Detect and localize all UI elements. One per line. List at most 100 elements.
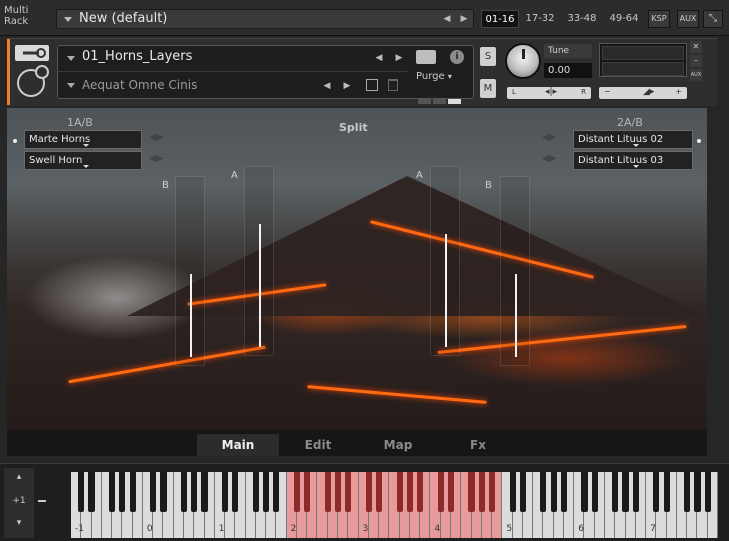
black-key[interactable] <box>263 472 270 512</box>
fader-column-4[interactable] <box>500 176 530 366</box>
layer-slot-4[interactable]: Distant Lituus 03 <box>573 151 693 170</box>
black-key[interactable] <box>622 472 629 512</box>
black-key[interactable] <box>88 472 95 512</box>
tune-value[interactable]: 0.00 <box>544 63 592 78</box>
fader-handle[interactable] <box>190 274 192 357</box>
piano-keyboard[interactable]: -1 0 1 2 3 4 5 6 7 <box>71 472 718 538</box>
black-key[interactable] <box>345 472 352 512</box>
purge-menu[interactable]: Purge ▾ <box>416 71 452 82</box>
prev-rack-icon[interactable]: ◀ <box>440 12 454 26</box>
chevron-down-icon[interactable] <box>64 17 72 22</box>
black-key[interactable] <box>221 472 229 512</box>
preset-row[interactable]: Aequat Omne Cinis ◀ ▶ <box>58 73 408 99</box>
slot-arrows-4[interactable]: ◀▶ <box>542 153 556 164</box>
black-key[interactable] <box>684 472 691 512</box>
black-key[interactable] <box>376 472 383 512</box>
tab-main[interactable]: Main <box>197 434 279 456</box>
slot-arrows-1[interactable]: ◀▶ <box>149 132 163 143</box>
mute-button[interactable]: M <box>480 79 496 98</box>
black-key[interactable] <box>653 472 660 512</box>
page-button-2[interactable]: 17-32 <box>523 10 557 28</box>
black-key[interactable] <box>540 472 547 512</box>
chevron-down-icon[interactable] <box>67 83 75 88</box>
tab-fx[interactable]: Fx <box>437 434 519 456</box>
octave-up-icon[interactable]: ▴ <box>4 472 34 482</box>
black-key[interactable] <box>417 472 424 512</box>
black-key[interactable] <box>180 472 188 512</box>
save-icon[interactable] <box>366 79 378 91</box>
black-key[interactable] <box>324 472 331 512</box>
black-key[interactable] <box>293 472 300 512</box>
tab-edit[interactable]: Edit <box>277 434 359 456</box>
black-key[interactable] <box>78 472 85 512</box>
black-key[interactable] <box>365 472 372 512</box>
page-button-1[interactable]: 01-16 <box>481 10 519 28</box>
black-key[interactable] <box>252 472 259 512</box>
black-key[interactable] <box>119 472 126 512</box>
black-key[interactable] <box>550 472 557 512</box>
black-key[interactable] <box>509 472 516 512</box>
black-key[interactable] <box>437 472 444 512</box>
slot-arrows-3[interactable]: ◀▶ <box>542 132 556 143</box>
octave-down-icon[interactable]: ▾ <box>4 518 34 528</box>
black-key[interactable] <box>519 472 526 512</box>
black-key[interactable] <box>201 472 208 512</box>
black-key[interactable] <box>273 472 280 512</box>
close-icon[interactable]: ✕ <box>690 41 702 53</box>
black-key[interactable] <box>396 472 403 512</box>
black-key[interactable] <box>334 472 342 512</box>
fader-handle[interactable] <box>259 224 261 347</box>
pan-slider[interactable]: L ◂|▸ R <box>507 87 591 99</box>
instrument-name-row[interactable]: 01_Horns_Layers ◀ ▶ <box>58 46 408 72</box>
tune-knob[interactable] <box>505 43 541 79</box>
instrument-name[interactable]: 01_Horns_Layers <box>82 49 192 64</box>
black-key[interactable] <box>160 472 167 512</box>
prev-preset-icon[interactable]: ◀ <box>320 79 334 93</box>
rack-name-field[interactable]: New (default) ◀ ▶ <box>56 9 474 29</box>
tab-map[interactable]: Map <box>357 434 439 456</box>
black-key[interactable] <box>447 472 455 512</box>
black-key[interactable] <box>704 472 711 512</box>
next-rack-icon[interactable]: ▶ <box>457 12 471 26</box>
black-key[interactable] <box>468 472 475 512</box>
black-key[interactable] <box>694 472 701 512</box>
black-key[interactable] <box>488 472 496 512</box>
black-key[interactable] <box>108 472 116 512</box>
aux-toggle[interactable]: AUX <box>690 69 702 81</box>
page-button-3[interactable]: 33-48 <box>562 10 602 28</box>
ksp-button[interactable]: KSP <box>648 10 670 28</box>
prev-instrument-icon[interactable]: ◀ <box>372 51 386 65</box>
octave-control[interactable]: ▴ +1 ▾ <box>4 468 34 538</box>
black-key[interactable] <box>150 472 157 512</box>
next-instrument-icon[interactable]: ▶ <box>392 51 406 65</box>
fader-column-2[interactable] <box>244 166 274 356</box>
layer-slot-2[interactable]: Swell Horn <box>24 151 142 170</box>
fader-handle[interactable] <box>445 234 447 347</box>
preset-name[interactable]: Aequat Omne Cinis <box>82 78 197 92</box>
layer-slot-3[interactable]: Distant Lituus 02 <box>573 130 693 149</box>
collapse-icon[interactable]: ⤡ <box>703 10 723 28</box>
volume-slider[interactable]: − ◢▸ + <box>599 87 687 99</box>
fader-column-1[interactable] <box>175 176 205 366</box>
black-key[interactable] <box>478 472 485 512</box>
aux-button[interactable]: AUX <box>677 10 699 28</box>
black-key[interactable] <box>560 472 568 512</box>
black-key[interactable] <box>304 472 311 512</box>
camera-icon[interactable] <box>416 50 436 64</box>
black-key[interactable] <box>612 472 619 512</box>
black-key[interactable] <box>232 472 239 512</box>
chevron-down-icon[interactable] <box>67 56 75 61</box>
page-button-4[interactable]: 49-64 <box>605 10 643 28</box>
info-icon[interactable]: i <box>450 50 464 64</box>
minimize-icon[interactable]: – <box>690 55 702 67</box>
slot-arrows-2[interactable]: ◀▶ <box>149 153 163 164</box>
black-key[interactable] <box>663 472 670 512</box>
black-key[interactable] <box>591 472 598 512</box>
solo-button[interactable]: S <box>480 47 496 66</box>
split-label[interactable]: Split <box>339 121 368 134</box>
black-key[interactable] <box>406 472 413 512</box>
black-key[interactable] <box>581 472 588 512</box>
black-key[interactable] <box>632 472 639 512</box>
fader-column-3[interactable] <box>430 166 460 356</box>
fader-handle[interactable] <box>515 274 517 357</box>
